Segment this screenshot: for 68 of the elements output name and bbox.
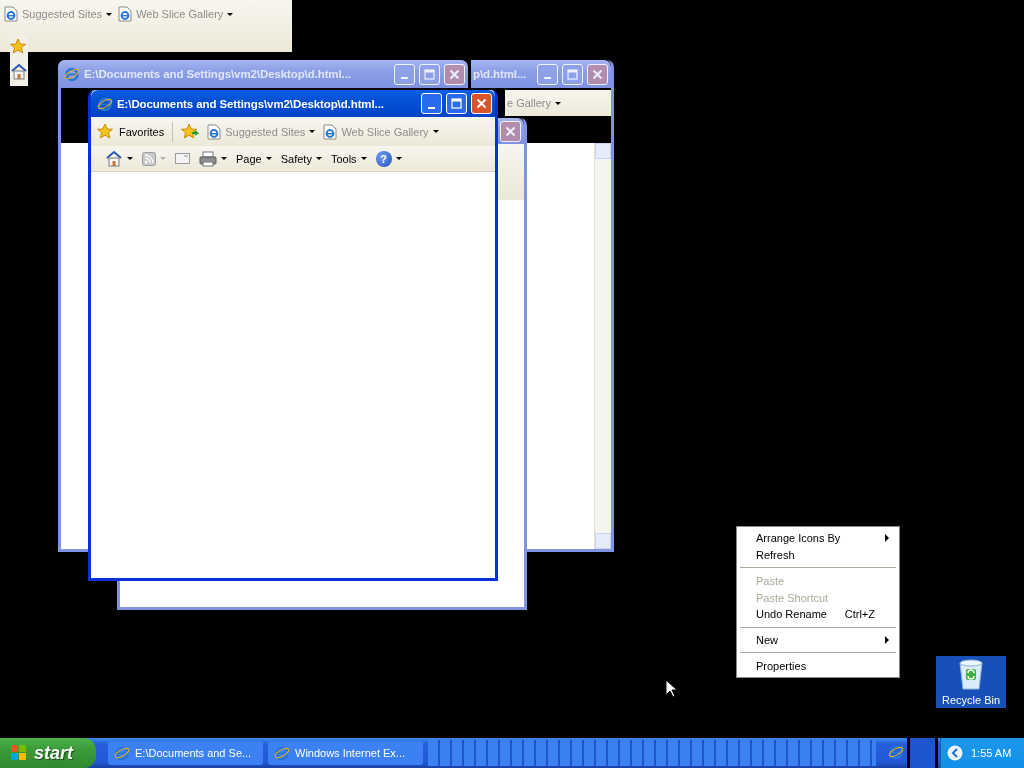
- window-title: E:\Documents and Settings\vm2\Desktop\d.html...: [84, 68, 352, 80]
- menu-item[interactable]: Refresh: [739, 546, 897, 564]
- command-menu[interactable]: Page: [236, 152, 272, 165]
- close-icon: [505, 125, 516, 137]
- favorites-link[interactable]: e Gallery: [507, 97, 562, 109]
- feed-icon: [142, 151, 156, 166]
- feeds-button[interactable]: [142, 151, 166, 166]
- star-icon[interactable]: [10, 38, 28, 55]
- menu-item[interactable]: New: [739, 631, 897, 649]
- clock[interactable]: 1:55 AM: [971, 747, 1012, 759]
- scrollbar[interactable]: [594, 143, 611, 549]
- close-icon: [449, 68, 460, 80]
- menu-item[interactable]: Arrange Icons By: [739, 530, 897, 547]
- home-icon[interactable]: [10, 63, 28, 80]
- minimize-icon: [401, 77, 408, 79]
- window-title: p\d.html...: [473, 68, 528, 80]
- browser-icon: [64, 66, 80, 82]
- submenu-arrow-icon: [885, 534, 889, 543]
- minimize-button[interactable]: [394, 63, 415, 85]
- window-title: E:\Documents and Settings\vm2\Desktop\d.html...: [117, 97, 385, 110]
- menu-item[interactable]: Undo Rename Ctrl+Z: [739, 605, 897, 623]
- web-page-icon: [207, 123, 222, 140]
- printer-icon: [199, 150, 217, 167]
- submenu-arrow-icon: [885, 635, 889, 644]
- close-icon: [476, 98, 487, 109]
- web-page-icon: [4, 6, 18, 22]
- browser-icon: [888, 744, 904, 760]
- maximize-icon: [424, 68, 435, 80]
- maximize-icon: [567, 68, 578, 80]
- web-page-icon: [118, 6, 133, 22]
- favorites-link[interactable]: Web Slice Gallery: [323, 123, 439, 140]
- maximize-button[interactable]: [419, 63, 440, 85]
- browser-icon: [114, 745, 130, 761]
- add-favorite-icon[interactable]: [181, 123, 200, 140]
- star-icon[interactable]: [97, 123, 115, 140]
- command-menu[interactable]: Safety: [280, 152, 322, 165]
- chevron-icon[interactable]: [947, 745, 963, 761]
- favorites-button[interactable]: Favorites: [97, 123, 165, 140]
- taskbar-button[interactable]: E:\Documents and Se...: [108, 741, 263, 765]
- minimize-button[interactable]: [537, 63, 558, 85]
- browser-icon: [97, 95, 113, 112]
- home-icon[interactable]: [105, 150, 123, 167]
- favorites-link[interactable]: Web Slice Gallery: [118, 6, 234, 22]
- close-button[interactable]: [500, 120, 521, 142]
- minimize-button[interactable]: [421, 93, 442, 114]
- close-button[interactable]: [587, 63, 608, 85]
- print-button[interactable]: [199, 150, 227, 167]
- minimize-icon: [428, 106, 435, 109]
- close-icon: [592, 68, 603, 80]
- minimize-icon: [544, 77, 551, 79]
- maximize-button[interactable]: [446, 93, 467, 114]
- close-button[interactable]: [471, 93, 492, 114]
- favorites-link[interactable]: Suggested Sites: [207, 123, 316, 140]
- favorites-link[interactable]: Suggested Sites: [4, 6, 113, 22]
- web-page-icon: [323, 123, 338, 140]
- windows-flag-icon: [10, 744, 28, 762]
- start-button[interactable]: start: [0, 738, 96, 768]
- command-menu[interactable]: Tools: [330, 152, 367, 165]
- desktop-icon[interactable]: Recycle Bin: [936, 656, 1007, 708]
- mouse-pointer-icon: [665, 679, 677, 698]
- maximize-icon: [451, 98, 462, 109]
- mail-icon[interactable]: [175, 153, 190, 164]
- maximize-button[interactable]: [562, 63, 583, 85]
- close-button[interactable]: [444, 63, 465, 85]
- taskbar-button[interactable]: Windows Internet Ex...: [268, 741, 423, 765]
- menu-item[interactable]: Properties: [739, 657, 897, 674]
- browser-icon: [274, 745, 290, 761]
- home-button[interactable]: [105, 150, 133, 167]
